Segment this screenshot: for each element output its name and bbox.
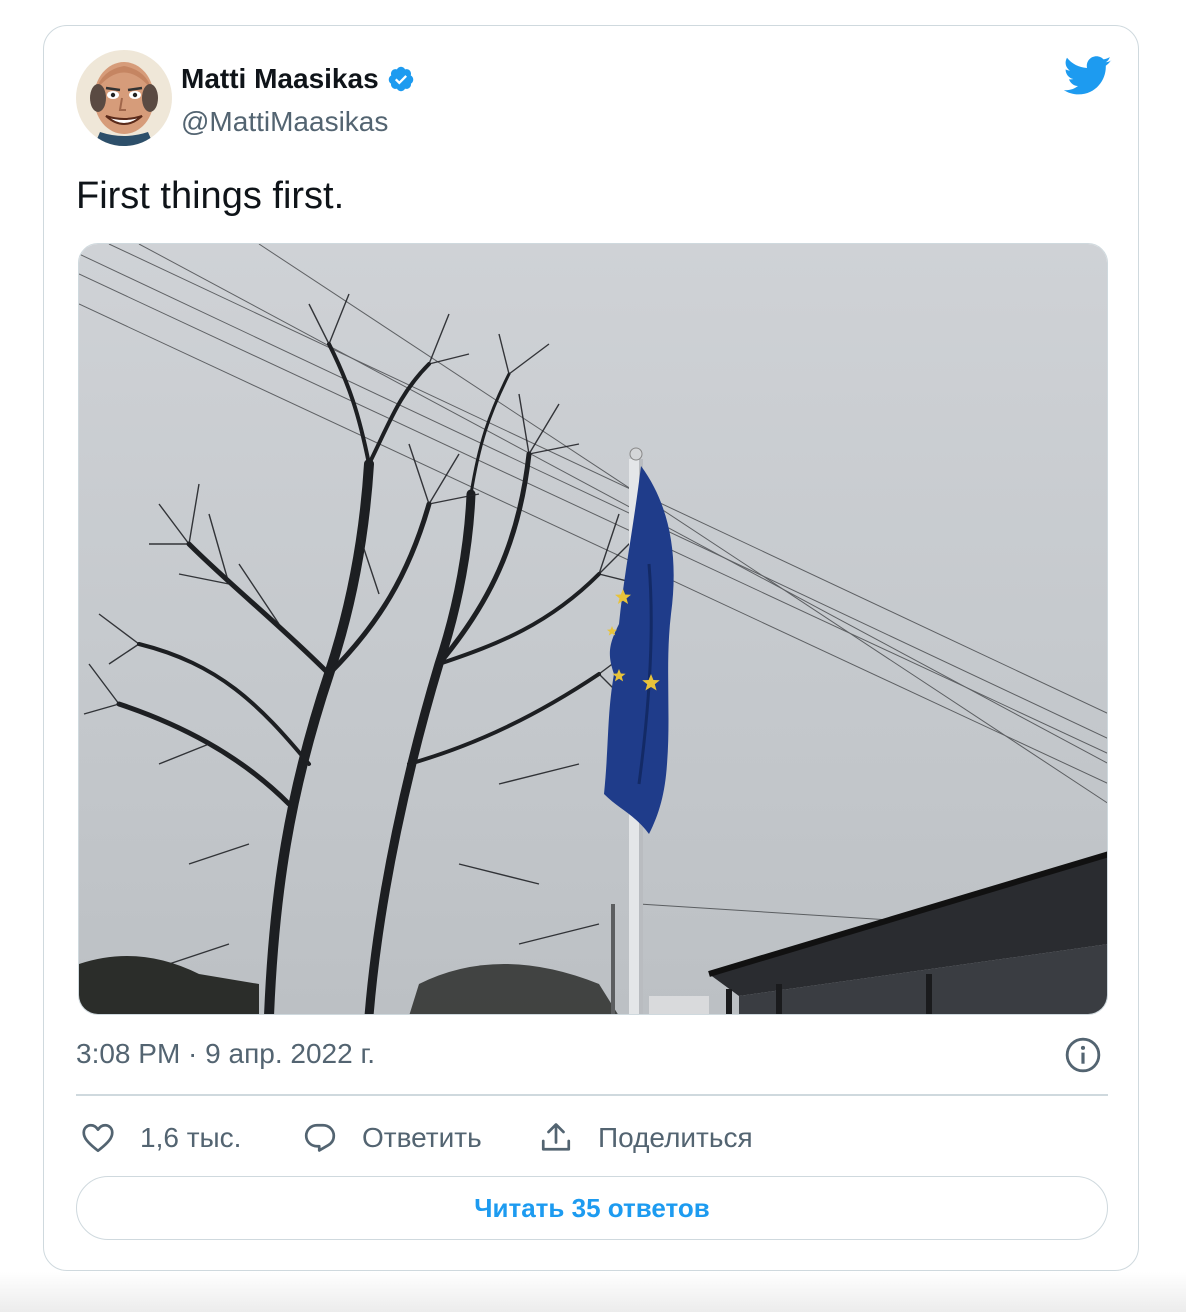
tweet-timestamp[interactable]: 3:08 PM · 9 апр. 2022 г. <box>76 1036 375 1072</box>
photo-eu-flag-bare-tree-icon <box>79 244 1107 1014</box>
twitter-bird-icon[interactable] <box>1064 56 1112 96</box>
reply-button[interactable]: Ответить <box>302 1120 538 1156</box>
info-icon[interactable] <box>1064 1036 1102 1074</box>
like-button[interactable]: 1,6 тыс. <box>80 1120 302 1156</box>
display-name[interactable]: Matti Maasikas <box>181 62 379 96</box>
caricature-avatar-icon <box>76 50 172 146</box>
reply-bubble-icon <box>304 1123 336 1152</box>
share-upload-icon <box>541 1123 571 1151</box>
name-row: Matti Maasikas <box>181 62 415 96</box>
page-bottom-fade <box>0 1272 1186 1312</box>
user-handle[interactable]: @MattiMaasikas <box>181 105 388 139</box>
divider <box>76 1094 1108 1096</box>
tweet-text: First things first. <box>76 175 345 217</box>
read-replies-button[interactable]: Читать 35 ответов <box>76 1176 1108 1240</box>
like-count: 1,6 тыс. <box>140 1122 242 1153</box>
tweet-actions: 1,6 тыс. Ответить Поделиться <box>80 1118 753 1158</box>
verified-badge-icon <box>388 66 413 92</box>
reply-label: Ответить <box>362 1122 482 1153</box>
heart-icon <box>82 1123 114 1153</box>
share-label: Поделиться <box>598 1122 753 1153</box>
tweet-card: Matti Maasikas @MattiMaasikas First thin… <box>43 25 1139 1271</box>
tweet-header: Matti Maasikas @MattiMaasikas <box>76 50 1112 146</box>
share-button[interactable]: Поделиться <box>538 1120 753 1156</box>
tweet-photo[interactable] <box>78 243 1108 1015</box>
avatar[interactable] <box>76 50 172 146</box>
